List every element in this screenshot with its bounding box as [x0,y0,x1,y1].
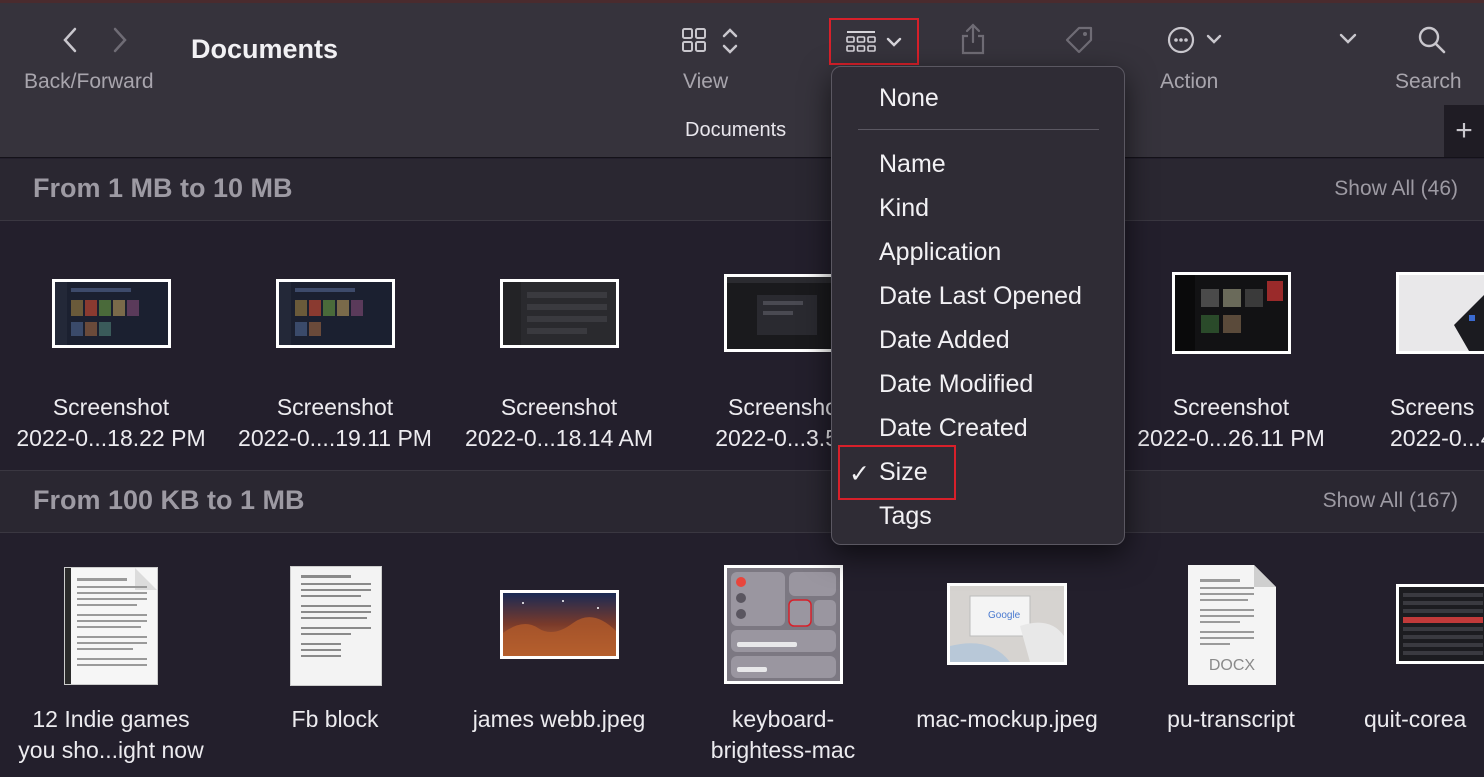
checkmark-icon: ✓ [849,460,870,488]
group-by-menu: None Name Kind Application Date Last Ope… [831,66,1125,545]
chevron-down-icon [1339,33,1357,44]
screenshot-preview-icon [279,282,392,345]
menu-separator [858,129,1099,130]
photo-preview-icon: Google [950,586,1064,662]
file-thumbnail[interactable]: Google [947,583,1067,665]
ellipsis-circle-icon [1167,26,1222,54]
file-thumbnail[interactable] [52,279,171,348]
file-thumbnail[interactable] [1172,272,1291,354]
file-thumbnail[interactable] [1396,272,1484,354]
menu-item-date-last-opened[interactable]: Date Last Opened [879,282,1082,311]
file-thumbnail[interactable] [64,567,158,685]
file-item-name: quit-corea [1364,706,1467,732]
back-forward-label: Back/Forward [24,70,154,93]
menu-item-date-created[interactable]: Date Created [879,414,1028,443]
share-button[interactable] [959,22,987,61]
back-button[interactable] [50,20,90,60]
screenshot-preview-icon [55,282,168,345]
search-icon [1418,26,1446,54]
new-tab-button[interactable]: + [1444,105,1484,157]
group-button[interactable] [829,18,919,65]
file-item-name: mac-mockup.jpeg [916,706,1098,732]
menu-item-name[interactable]: Name [879,150,946,179]
menu-item-none[interactable]: None [879,84,939,113]
share-icon [961,23,985,55]
file-item-name: Screens2022-0...47 [1390,394,1484,451]
show-all-button[interactable]: Show All (46) [1334,177,1458,201]
file-item-name: Screenshot 2022-0...26.11 PM [1137,394,1325,451]
control-center-preview-icon [727,568,840,681]
file-item-name: keyboard-brightess-mac [710,706,856,763]
group-header-1mb-10mb: From 1 MB to 10 MB Show All (46) [0,159,1484,221]
window-title: Documents [191,34,339,64]
file-thumbnail[interactable] [724,565,843,684]
screenshot-preview-icon [503,282,616,345]
file-item-name: 12 Indie games you sho...ight now [18,706,204,763]
search-label: Search [1395,70,1462,93]
toolbar-overflow-button[interactable] [1338,32,1358,51]
file-item-name: Fb block [291,706,379,732]
file-thumbnail[interactable] [276,279,395,348]
menu-item-kind[interactable]: Kind [879,194,929,223]
file-item-name: Screenshot 2022-0...18.22 PM [16,394,206,451]
group-title: From 1 MB to 10 MB [33,173,293,203]
search-button[interactable] [1416,24,1448,61]
svg-text:Google: Google [988,610,1021,621]
file-thumbnail[interactable] [1396,584,1484,664]
tag-icon [1065,26,1093,54]
view-button[interactable] [680,26,740,56]
chevron-right-icon [113,27,127,53]
file-thumbnail[interactable] [500,279,619,348]
tag-button[interactable] [1063,24,1095,61]
forward-button[interactable] [100,20,140,60]
file-item-name: Screenshot 2022-0...18.14 AM [465,394,653,451]
photo-preview-icon [1399,275,1484,351]
toolbar-divider [0,157,1484,158]
file-thumbnail[interactable] [724,274,834,352]
menu-item-application[interactable]: Application [879,238,1001,267]
show-all-button[interactable]: Show All (167) [1323,489,1458,513]
menu-item-size[interactable]: Size [879,458,928,487]
icon-grid-view-icon [682,28,738,54]
file-item-name: pu-transcript [1167,706,1295,732]
menu-item-date-modified[interactable]: Date Modified [879,370,1033,399]
group-title: From 100 KB to 1 MB [33,485,305,515]
view-label: View [683,70,729,93]
menu-item-date-added[interactable]: Date Added [879,326,1010,355]
photo-preview-icon [503,593,616,656]
screenshot-preview-icon [1399,587,1484,661]
action-label: Action [1160,70,1219,93]
docx-badge: DOCX [1208,657,1256,674]
group-icon [846,30,876,52]
plus-icon: + [1455,114,1473,147]
file-thumbnail[interactable] [500,590,619,659]
chevron-down-icon [886,37,902,47]
action-button[interactable] [1166,25,1226,55]
chevron-left-icon [63,27,77,53]
file-thumbnail[interactable] [290,566,382,686]
tab-documents[interactable]: Documents [685,119,786,142]
file-item-name: Screenshot 2022-0....19.11 PM [238,394,432,451]
document-preview-icon [291,567,381,685]
file-item-name: james webb.jpeg [472,706,646,732]
screenshot-preview-icon [727,277,834,349]
screenshot-preview-icon [1175,275,1288,351]
document-preview-icon [65,568,157,684]
file-thumbnail[interactable]: DOCX [1188,565,1276,685]
menu-item-tags[interactable]: Tags [879,502,932,531]
group-header-100kb-1mb: From 100 KB to 1 MB Show All (167) [0,471,1484,533]
